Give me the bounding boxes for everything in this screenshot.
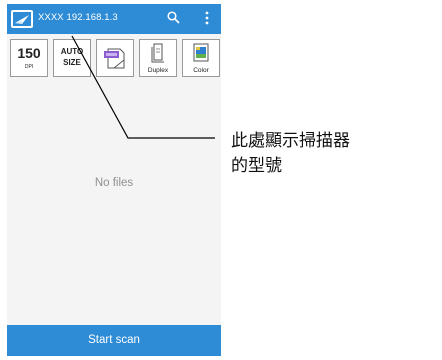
annotation-line-1: 此處顯示掃描器 — [231, 131, 350, 151]
callout-annotation: 此處顯示掃描器 的型號 — [231, 129, 431, 179]
annotation-line-2: 的型號 — [231, 156, 282, 176]
callout-line — [71, 35, 215, 139]
